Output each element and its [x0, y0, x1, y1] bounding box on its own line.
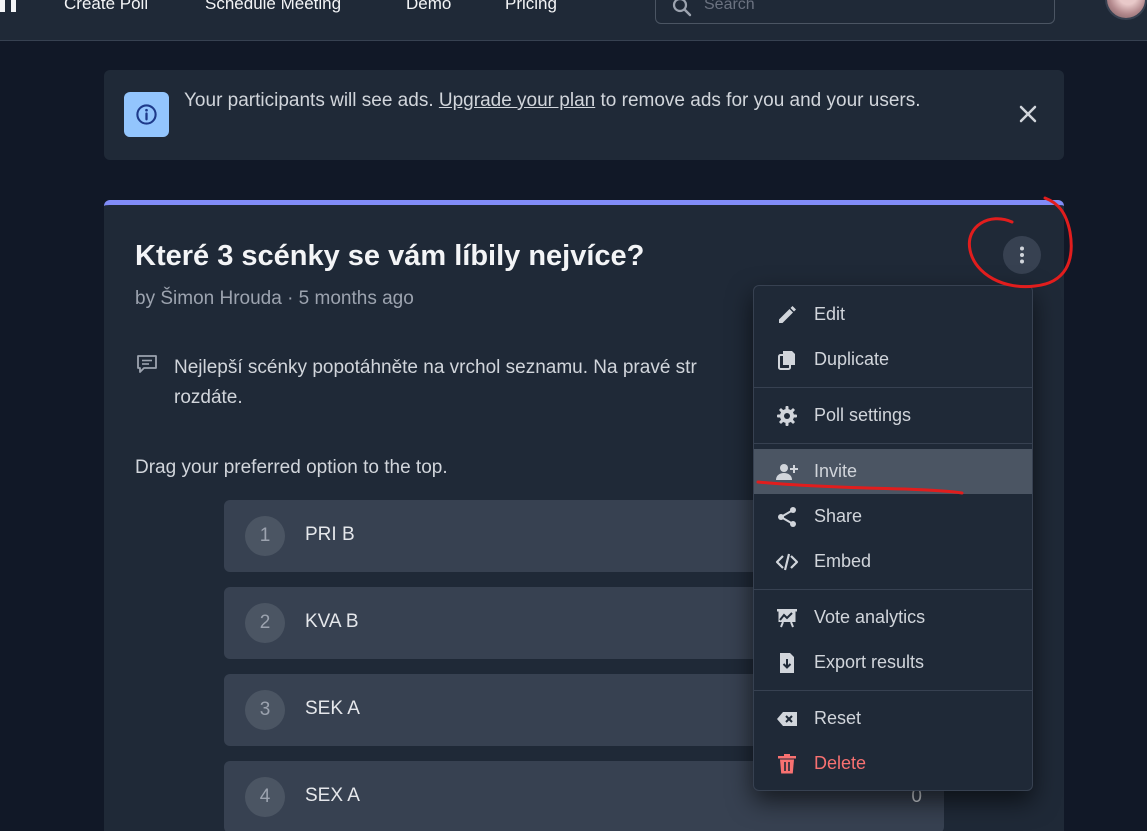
- option-number: 4: [245, 777, 285, 817]
- menu-item-label: Export results: [814, 652, 925, 672]
- option-label: PRI B: [305, 524, 355, 545]
- kebab-icon: [1020, 246, 1024, 264]
- menu-item-label: Reset: [814, 708, 862, 728]
- menu-divider: [754, 589, 1032, 590]
- menu-item-duplicate[interactable]: Duplicate: [754, 337, 1032, 382]
- poll-menu-button[interactable]: [1003, 236, 1041, 274]
- option-label: SEX A: [305, 785, 360, 806]
- option-number: 2: [245, 603, 285, 643]
- banner-message: Your participants will see ads. Upgrade …: [184, 86, 984, 116]
- menu-divider: [754, 387, 1032, 388]
- search-input[interactable]: [704, 0, 1044, 23]
- info-icon: [136, 104, 157, 125]
- nav-create-poll[interactable]: Create Poll: [64, 0, 148, 14]
- nav-demo[interactable]: Demo: [406, 0, 451, 14]
- upgrade-plan-link[interactable]: Upgrade your plan: [439, 90, 595, 111]
- menu-item-vote-analytics[interactable]: Vote analytics: [754, 595, 1032, 640]
- menu-item-label: Delete: [814, 753, 867, 773]
- menu-item-label: Edit: [814, 304, 846, 324]
- poll-title: Které 3 scénky se vám líbily nejvíce?: [135, 240, 645, 272]
- user-plus-icon: [776, 464, 798, 480]
- poll-description-line: Nejlepší scénky popotáhněte na vrchol se…: [174, 357, 697, 378]
- gear-icon: [777, 406, 797, 426]
- banner-text-before: Your participants will see ads.: [184, 90, 434, 111]
- analytics-icon: [777, 609, 797, 628]
- menu-item-delete[interactable]: Delete: [754, 741, 1032, 786]
- ads-banner: Your participants will see ads. Upgrade …: [104, 70, 1064, 160]
- menu-item-label: Embed: [814, 551, 872, 571]
- menu-item-label: Invite: [814, 461, 858, 481]
- poll-description-line: rozdáte.: [174, 387, 243, 408]
- search-box[interactable]: [655, 0, 1055, 24]
- menu-divider: [754, 443, 1032, 444]
- option-number: 3: [245, 690, 285, 730]
- search-icon: [672, 0, 692, 17]
- option-number: 1: [245, 516, 285, 556]
- banner-text-after: to remove ads for you and your users.: [600, 90, 921, 111]
- option-label: KVA B: [305, 611, 359, 632]
- menu-item-label: Poll settings: [814, 405, 912, 425]
- share-icon: [778, 507, 796, 527]
- close-icon[interactable]: [1017, 103, 1039, 125]
- menu-item-reset[interactable]: Reset: [754, 696, 1032, 741]
- avatar[interactable]: [1105, 0, 1147, 20]
- poll-description: Nejlepší scénky popotáhněte na vrchol se…: [174, 353, 794, 413]
- trash-icon: [778, 754, 796, 774]
- menu-item-export-results[interactable]: Export results: [754, 640, 1032, 685]
- nav-pricing[interactable]: Pricing: [505, 0, 557, 14]
- code-icon: [775, 553, 799, 571]
- copy-icon: [778, 351, 795, 370]
- top-navbar: Create Poll Schedule Meeting Demo Pricin…: [0, 0, 1147, 41]
- nav-schedule-meeting[interactable]: Schedule Meeting: [205, 0, 341, 14]
- menu-item-poll-settings[interactable]: Poll settings: [754, 393, 1032, 438]
- menu-item-label: Duplicate: [814, 349, 890, 369]
- pencil-icon: [779, 306, 796, 323]
- menu-item-label: Vote analytics: [814, 607, 926, 627]
- menu-item-embed[interactable]: Embed: [754, 539, 1032, 584]
- poll-meta: by Šimon Hrouda · 5 months ago: [135, 288, 414, 309]
- info-icon-box: [124, 92, 169, 137]
- logo[interactable]: [0, 0, 22, 12]
- drag-instruction: Drag your preferred option to the top.: [135, 457, 448, 478]
- menu-item-label: Share: [814, 506, 863, 526]
- menu-item-invite[interactable]: Invite: [754, 449, 1032, 494]
- export-icon: [780, 653, 794, 673]
- comment-icon: [137, 355, 157, 373]
- menu-item-share[interactable]: Share: [754, 494, 1032, 539]
- poll-actions-menu: Edit Duplicate Poll settings Invite Shar…: [753, 285, 1033, 791]
- option-label: SEK A: [305, 698, 360, 719]
- backspace-icon: [777, 712, 797, 726]
- menu-divider: [754, 690, 1032, 691]
- menu-item-edit[interactable]: Edit: [754, 292, 1032, 337]
